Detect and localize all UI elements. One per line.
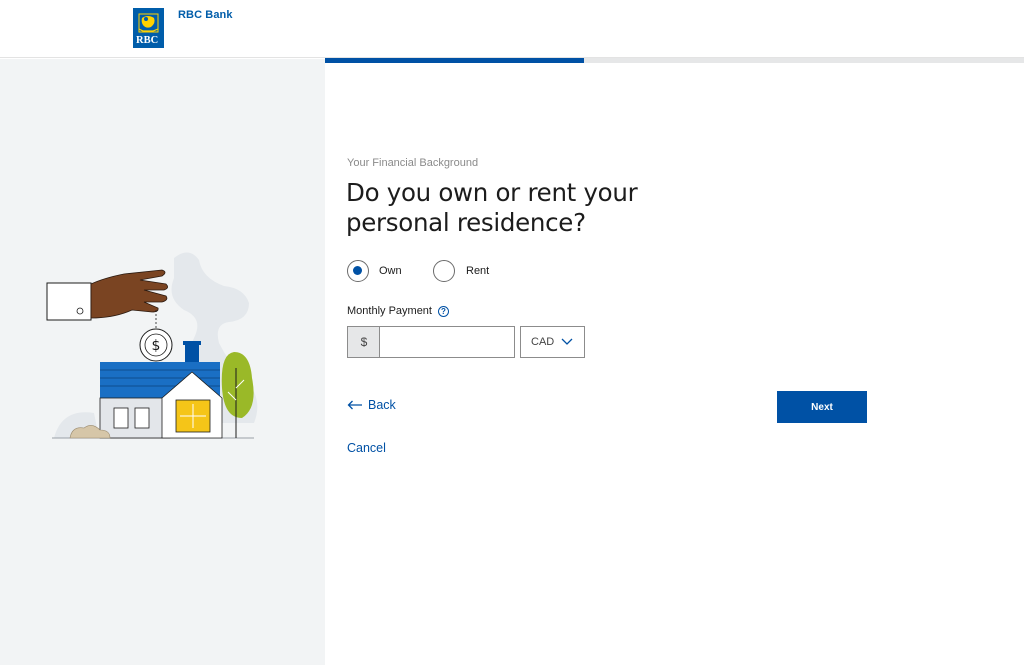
chevron-down-icon <box>561 338 573 345</box>
residence-option-own[interactable]: Own <box>347 260 402 282</box>
currency-prefix: $ <box>347 326 380 358</box>
residence-option-rent[interactable]: Rent <box>433 260 489 282</box>
arrow-left-icon <box>347 400 362 410</box>
radio-rent-label: Rent <box>466 265 490 277</box>
help-circle-icon[interactable]: ? <box>437 305 449 317</box>
radio-own-control[interactable] <box>347 260 369 282</box>
top-header: RBC RBC Bank <box>0 0 1024 58</box>
logo-text: RBC <box>136 35 159 46</box>
monthly-payment-label-text: Monthly Payment <box>347 305 432 317</box>
radio-own-label: Own <box>379 265 402 277</box>
radio-rent-control[interactable] <box>433 260 455 282</box>
radio-selected-dot <box>353 266 362 275</box>
back-link-label: Back <box>368 398 396 412</box>
svg-text:$: $ <box>152 338 161 354</box>
house-payment-illustration: $ <box>44 248 284 444</box>
progress-bar-fill <box>325 58 584 63</box>
back-link[interactable]: Back <box>347 398 396 412</box>
monthly-payment-label: Monthly Payment ? <box>347 305 449 317</box>
rbc-logo-icon[interactable]: RBC <box>133 8 164 48</box>
page-title: Do you own or rent your personal residen… <box>346 178 638 237</box>
currency-select[interactable]: CAD <box>520 326 585 358</box>
monthly-payment-input[interactable] <box>379 326 515 358</box>
currency-selected-value: CAD <box>531 336 555 348</box>
next-button[interactable]: Next <box>777 391 867 423</box>
section-label: Your Financial Background <box>347 157 479 169</box>
cancel-link[interactable]: Cancel <box>347 441 386 455</box>
progress-bar <box>325 58 1024 63</box>
brand-name: RBC Bank <box>178 9 233 21</box>
